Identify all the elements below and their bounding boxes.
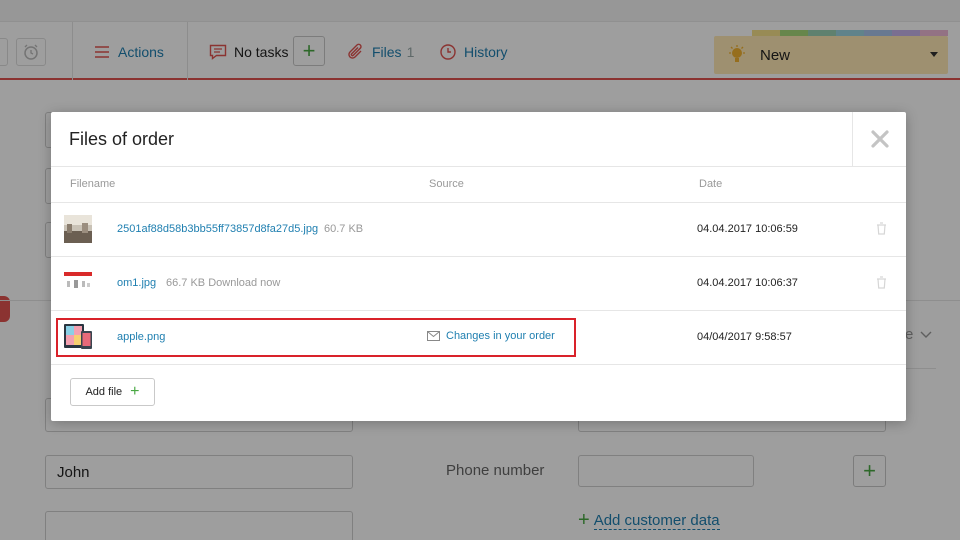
trash-icon[interactable] bbox=[876, 276, 887, 289]
modal-header: Files of order bbox=[51, 112, 906, 167]
column-header-date: Date bbox=[699, 178, 723, 190]
plus-icon: + bbox=[130, 383, 140, 400]
file-date: 04.04.2017 10:06:37 bbox=[697, 277, 798, 289]
trash-icon[interactable] bbox=[876, 222, 887, 235]
file-row: 2501af88d58b3bb55ff73857d8fa27d5.jpg 60.… bbox=[51, 203, 906, 257]
close-icon bbox=[870, 130, 889, 148]
file-row: om1.jpg 66.7 KB Download now 04.04.2017 … bbox=[51, 257, 906, 311]
modal-title: Files of order bbox=[69, 129, 175, 149]
file-size: 60.7 KB bbox=[324, 223, 364, 235]
highlight-box bbox=[56, 318, 576, 357]
file-name-link[interactable]: 2501af88d58b3bb55ff73857d8fa27d5.jpg bbox=[117, 223, 318, 235]
file-date: 04.04.2017 10:06:59 bbox=[697, 223, 798, 235]
column-header-source: Source bbox=[429, 178, 464, 190]
webpage-thumbnail[interactable] bbox=[64, 269, 92, 297]
file-name-link[interactable]: om1.jpg bbox=[117, 277, 156, 289]
file-date: 04/04/2017 9:58:57 bbox=[697, 331, 792, 343]
photo-thumbnail[interactable] bbox=[64, 215, 92, 243]
close-button[interactable] bbox=[852, 112, 906, 166]
column-header-filename: Filename bbox=[70, 178, 116, 190]
file-size: 66.7 KB Download now bbox=[166, 277, 281, 289]
add-file-button[interactable]: Add file + bbox=[70, 378, 155, 406]
add-file-label: Add file bbox=[85, 386, 123, 398]
files-modal: Files of order Filename Source Date 2501… bbox=[51, 112, 906, 421]
